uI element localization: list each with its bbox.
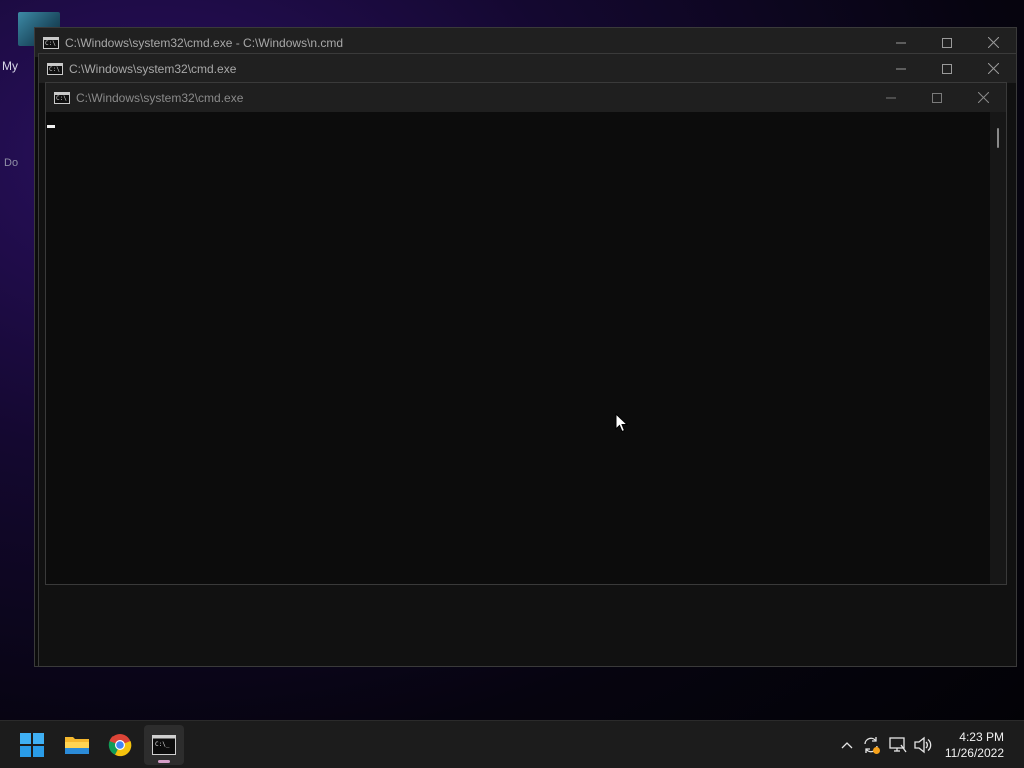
scrollbar-thumb[interactable] <box>997 128 999 148</box>
taskbar: C:\_ 4:23 PM 11/26/2022 <box>0 720 1024 768</box>
file-explorer-button[interactable] <box>57 725 97 765</box>
clock-date: 11/26/2022 <box>944 746 1004 760</box>
maximize-icon <box>942 63 952 74</box>
cmd-icon <box>43 36 59 49</box>
maximize-button[interactable] <box>914 83 960 112</box>
close-icon <box>987 63 999 74</box>
desktop-icon-label[interactable]: Do <box>4 157 18 169</box>
cmd-icon <box>54 91 70 104</box>
clock-time: 4:23 PM <box>959 730 1004 744</box>
taskbar-clock[interactable]: 4:23 PM 11/26/2022 <box>945 729 1004 761</box>
close-icon <box>987 37 999 48</box>
network-icon <box>889 737 907 753</box>
minimize-icon <box>886 97 896 98</box>
window-titlebar[interactable]: C:\Windows\system32\cmd.exe <box>46 83 1006 112</box>
minimize-button[interactable] <box>878 54 924 83</box>
network-button[interactable] <box>888 735 908 755</box>
chrome-icon <box>108 734 132 757</box>
window-title: C:\Windows\system32\cmd.exe <box>76 90 244 105</box>
chevron-up-icon <box>841 742 853 749</box>
command-prompt-button[interactable]: C:\_ <box>144 725 184 765</box>
minimize-icon <box>896 68 906 69</box>
cmd-window-front[interactable]: C:\Windows\system32\cmd.exe <box>45 82 1007 585</box>
close-icon <box>977 92 989 103</box>
chrome-button[interactable] <box>100 725 140 765</box>
active-app-indicator <box>158 760 170 763</box>
folder-icon <box>65 737 89 754</box>
maximize-icon <box>942 37 952 48</box>
desktop-icon-label[interactable]: My <box>2 59 18 73</box>
mouse-pointer-icon <box>615 413 629 433</box>
close-button[interactable] <box>960 83 1006 112</box>
maximize-icon <box>932 92 942 103</box>
volume-button[interactable] <box>913 735 933 755</box>
maximize-button[interactable] <box>924 54 970 83</box>
windows-logo-icon <box>20 733 44 757</box>
window-title: C:\Windows\system32\cmd.exe - C:\Windows… <box>65 35 344 50</box>
sync-icon <box>864 737 880 754</box>
volume-icon <box>914 736 932 754</box>
vertical-scrollbar[interactable] <box>990 112 1006 584</box>
close-button[interactable] <box>970 54 1016 83</box>
show-hidden-icons-button[interactable] <box>837 735 857 755</box>
sync-status-button[interactable] <box>861 735 881 755</box>
cmd-icon <box>47 62 63 75</box>
text-cursor <box>47 125 55 128</box>
console-output[interactable] <box>46 112 990 584</box>
window-titlebar[interactable]: C:\Windows\system32\cmd.exe <box>39 54 1016 83</box>
cmd-icon: C:\_ <box>152 735 176 755</box>
svg-text:C:\_: C:\_ <box>155 741 170 748</box>
window-title: C:\Windows\system32\cmd.exe <box>69 61 237 76</box>
start-button[interactable] <box>12 725 52 765</box>
minimize-button[interactable] <box>868 83 914 112</box>
minimize-icon <box>896 42 906 43</box>
